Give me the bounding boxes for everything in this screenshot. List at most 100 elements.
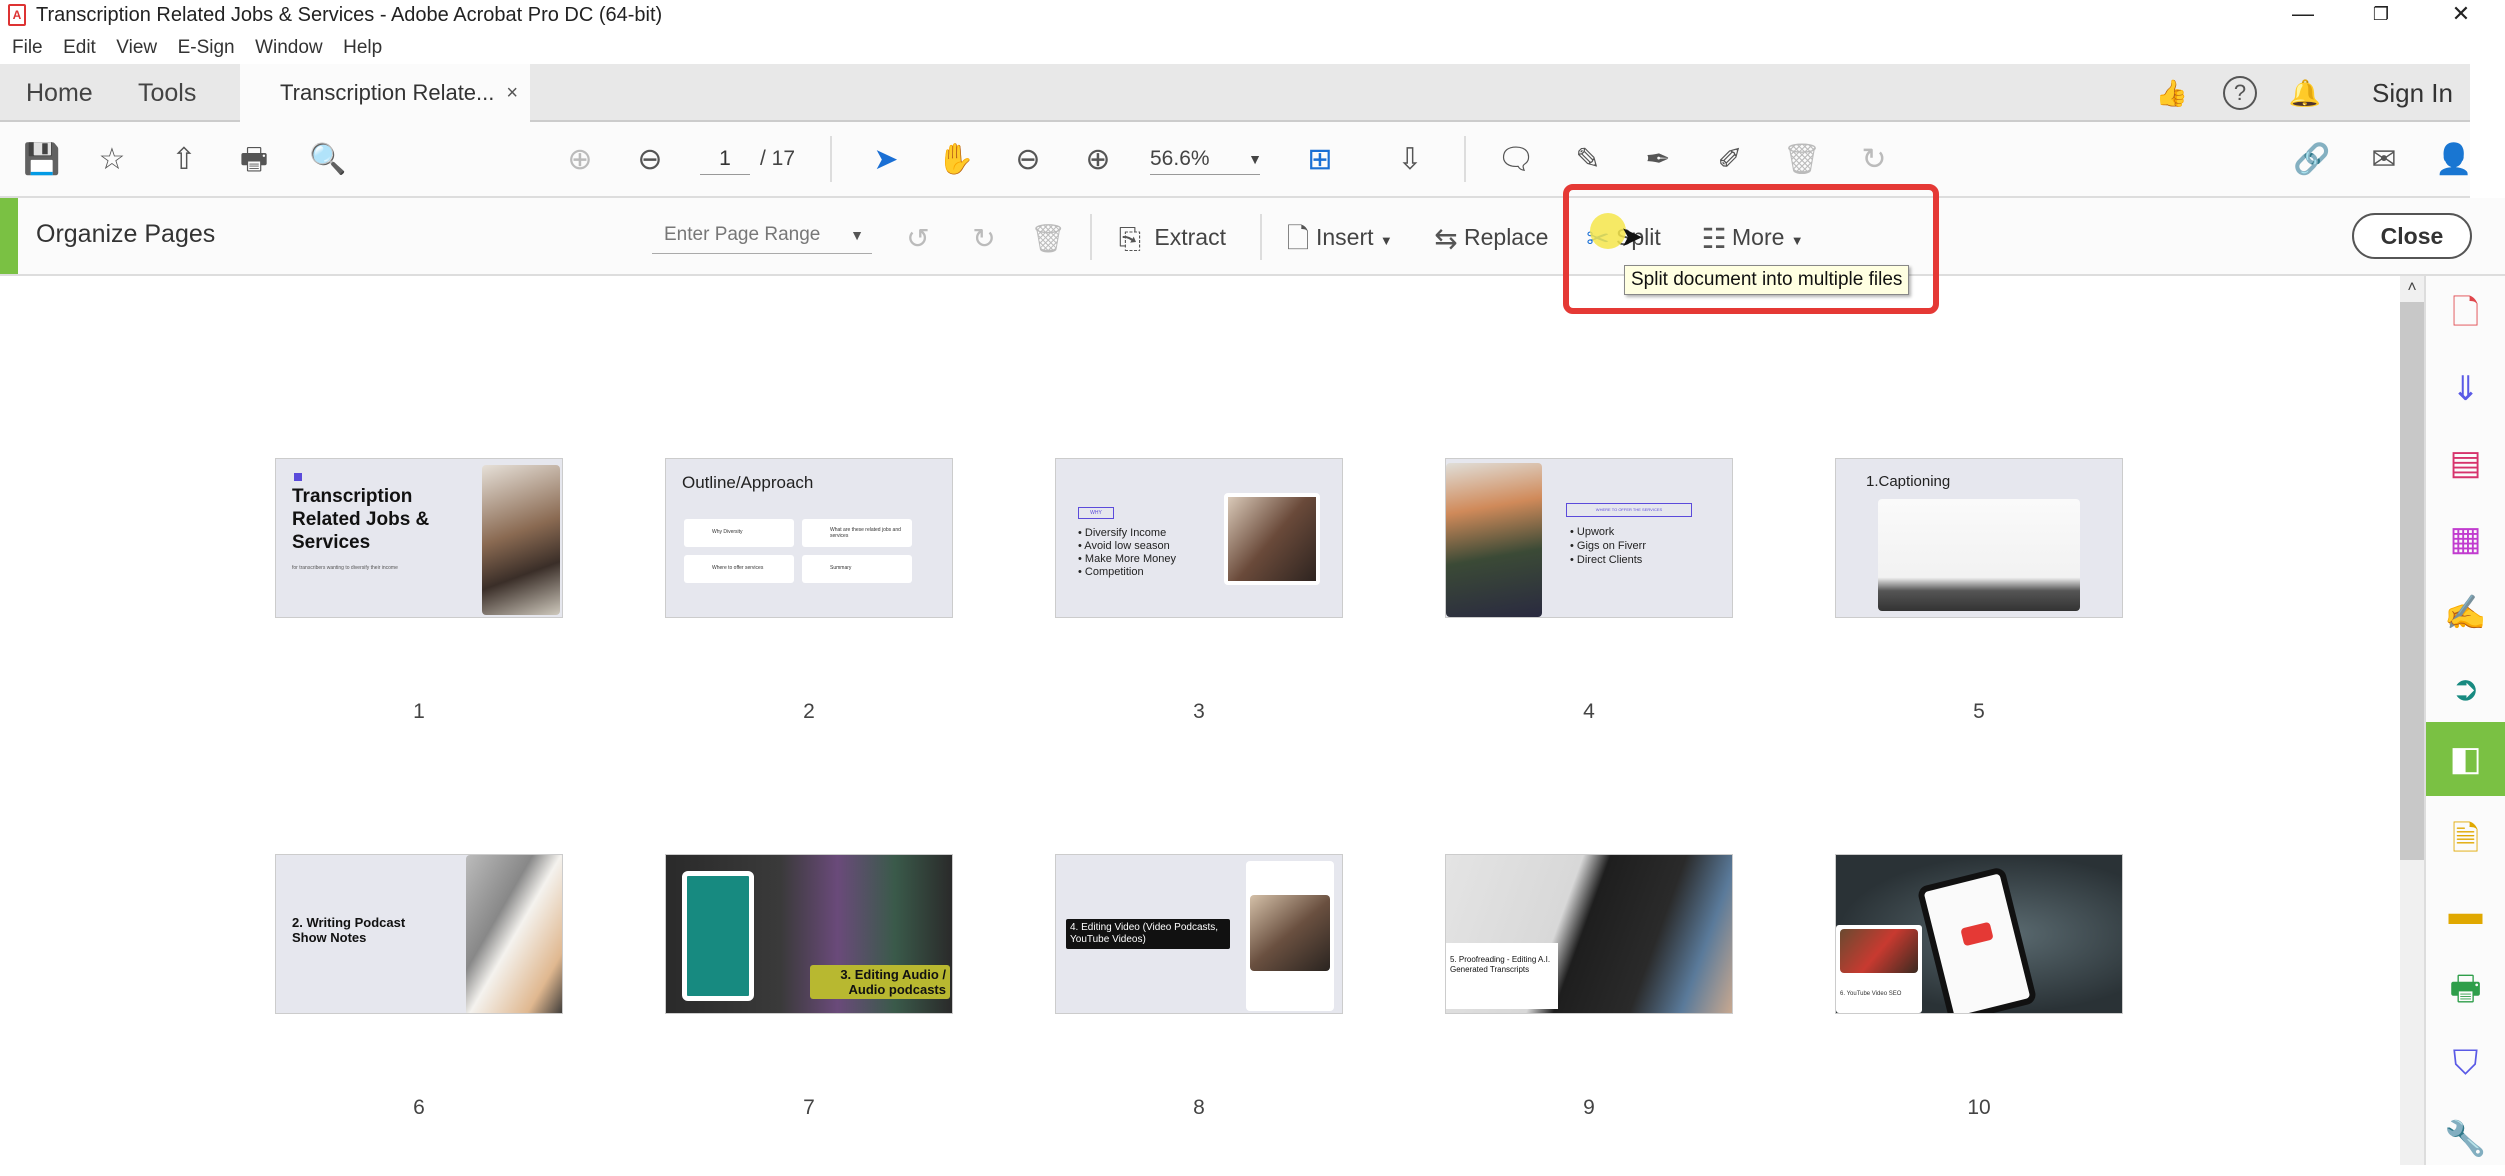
notification-bell-icon[interactable]: 🔔 xyxy=(2288,76,2322,110)
rotate-ccw-button[interactable]: ↺ xyxy=(900,216,936,258)
zoom-level-value: 56.6% xyxy=(1150,147,1210,170)
export-pdf-icon[interactable]: ⇓ xyxy=(2426,352,2505,426)
help-icon[interactable]: ? xyxy=(2223,76,2257,110)
slide-photo xyxy=(1446,463,1542,617)
zoom-in-icon[interactable]: ⊕ xyxy=(1078,140,1118,180)
replace-button[interactable]: ⇆ Replace xyxy=(1428,216,1548,258)
organize-pages-title: Organize Pages xyxy=(36,220,216,248)
window-title: Transcription Related Jobs & Services - … xyxy=(36,4,663,26)
page-thumbnail-3[interactable]: WHY • Diversify Income • Avoid low seaso… xyxy=(1055,458,1343,618)
menu-window[interactable]: Window xyxy=(255,32,323,64)
slide-screenshot xyxy=(1878,499,2080,611)
save-icon[interactable]: 💾 xyxy=(22,140,62,180)
insert-button[interactable]: 🗋 Insert ▼ xyxy=(1280,216,1393,258)
mouse-cursor-icon: ➤ xyxy=(1620,221,1644,252)
scroll-mode-icon[interactable]: ⇩ xyxy=(1390,140,1430,180)
pdf-icon: A xyxy=(8,4,26,26)
upload-cloud-icon[interactable]: ⇧ xyxy=(164,140,204,180)
close-tab-icon[interactable]: × xyxy=(506,64,518,122)
slide-title: Transcription Related Jobs & Services xyxy=(292,486,430,553)
comment-icon[interactable]: 🗨 xyxy=(1496,140,1536,180)
bookmark-star-icon[interactable]: ☆ xyxy=(92,140,132,180)
organize-pages-active-icon[interactable]: ◧ xyxy=(2426,722,2505,796)
scroll-up-icon[interactable]: ˄ xyxy=(2400,276,2424,300)
menu-view[interactable]: View xyxy=(116,32,157,64)
page-thumbnail-5[interactable]: 1.Captioning xyxy=(1835,458,2123,618)
comment-icon[interactable]: ▬ xyxy=(2426,876,2505,950)
page-up-icon[interactable]: ⊕ xyxy=(560,140,600,180)
highlight-icon[interactable]: ✎ xyxy=(1568,140,1608,180)
menu-edit[interactable]: Edit xyxy=(63,32,96,64)
delete-icon[interactable]: 🗑 xyxy=(1782,140,1822,180)
page-thumbnail-8[interactable]: 4. Editing Video (Video Podcasts, YouTub… xyxy=(1055,854,1343,1014)
slide-photo xyxy=(682,871,754,1001)
print-production-icon[interactable]: 🖶 xyxy=(2426,952,2505,1026)
minimize-button[interactable]: — xyxy=(2278,0,2328,30)
create-pdf-icon[interactable]: 🗋 xyxy=(2426,276,2505,350)
chevron-down-icon: ▼ xyxy=(1248,151,1262,167)
divider xyxy=(1260,214,1262,260)
close-window-button[interactable]: ✕ xyxy=(2436,0,2486,30)
page-thumbnail-7[interactable]: 3. Editing Audio / Audio podcasts xyxy=(665,854,953,1014)
insert-label: Insert xyxy=(1316,224,1374,250)
rotate-cw-button[interactable]: ↻ xyxy=(966,216,1002,258)
divider xyxy=(1090,214,1092,260)
vertical-scrollbar[interactable]: ˄ xyxy=(2400,276,2424,1165)
sign-in-link[interactable]: Sign In xyxy=(2372,64,2453,122)
tool-accent-stripe xyxy=(0,198,18,274)
chevron-down-icon: ▼ xyxy=(850,227,864,243)
page-number-input[interactable]: 1 xyxy=(700,144,750,175)
scrollbar-thumb[interactable] xyxy=(2400,302,2424,860)
edit-pdf-icon[interactable]: ▦ xyxy=(2426,502,2505,576)
print-icon[interactable]: 🖶 xyxy=(234,140,274,180)
comment-file-icon[interactable]: 🗎 xyxy=(2426,802,2505,876)
page-thumbnail-9[interactable]: 5. Proofreading - Editing A.I. Generated… xyxy=(1445,854,1733,1014)
menu-bar: File Edit View E-Sign Window Help xyxy=(0,32,2505,64)
extract-icon: ⎘ xyxy=(1118,222,1142,254)
page-thumbnail-10[interactable]: 6. YouTube Video SEO xyxy=(1835,854,2123,1014)
page-thumbnail-1[interactable]: Transcription Related Jobs & Services fo… xyxy=(275,458,563,618)
page-thumbnail-6[interactable]: 2. Writing Podcast Show Notes xyxy=(275,854,563,1014)
page-number-label: 4 xyxy=(1583,700,1595,723)
tab-document[interactable]: Transcription Relate... × xyxy=(240,64,530,122)
slide-card: 6. YouTube Video SEO xyxy=(1836,925,1922,1013)
page-range-select[interactable]: Enter Page Range ▼ xyxy=(652,218,872,254)
restore-button[interactable]: ❐ xyxy=(2356,0,2406,30)
search-zoom-icon[interactable]: 🔍 xyxy=(308,140,348,180)
protect-shield-icon[interactable]: ⛉ xyxy=(2426,1026,2505,1100)
share-link-icon[interactable]: 🔗 xyxy=(2292,140,2332,180)
close-tool-button[interactable]: Close xyxy=(2352,213,2472,259)
feedback-thumbs-icon[interactable]: 👍 xyxy=(2155,76,2189,110)
zoom-level-select[interactable]: 56.6% ▼ xyxy=(1150,144,1262,175)
logo-icon xyxy=(294,473,302,481)
page-thumbnail-4[interactable]: WHERE TO OFFER THE SERVICES • Upwork • G… xyxy=(1445,458,1733,618)
slide-title: 3. Editing Audio / Audio podcasts xyxy=(810,965,950,999)
add-user-icon[interactable]: 👤 xyxy=(2434,140,2474,180)
fit-page-icon[interactable]: ⊞ xyxy=(1300,140,1340,180)
hand-icon[interactable]: ✋ xyxy=(936,140,976,180)
replace-icon: ⇆ xyxy=(1434,222,1458,254)
menu-esign[interactable]: E-Sign xyxy=(178,32,235,64)
split-tooltip: Split document into multiple files xyxy=(1624,265,1910,295)
organize-icon[interactable]: ▤ xyxy=(2426,426,2505,500)
select-pointer-icon[interactable]: ➤ xyxy=(866,140,906,180)
fill-sign-icon[interactable]: ✍ xyxy=(2426,576,2505,650)
page-thumbnail-grid: Transcription Related Jobs & Services fo… xyxy=(0,276,2402,1165)
tab-tools[interactable]: Tools xyxy=(138,64,196,122)
rotate-icon[interactable]: ↻ xyxy=(1854,140,1894,180)
page-down-icon[interactable]: ⊖ xyxy=(630,140,670,180)
delete-pages-button[interactable]: 🗑 xyxy=(1030,216,1066,258)
bullet: • Make More Money xyxy=(1078,553,1176,565)
page-thumbnail-2[interactable]: Outline/Approach Why Diversity What are … xyxy=(665,458,953,618)
tab-home[interactable]: Home xyxy=(26,64,93,122)
send-review-icon[interactable]: ➲ xyxy=(2426,652,2505,726)
menu-help[interactable]: Help xyxy=(343,32,382,64)
email-icon[interactable]: ✉ xyxy=(2364,140,2404,180)
slide-photo xyxy=(1840,929,1918,973)
page-number-label: 8 xyxy=(1193,1096,1205,1119)
extract-button[interactable]: ⎘ Extract xyxy=(1112,216,1226,258)
menu-file[interactable]: File xyxy=(12,32,43,64)
zoom-out-icon[interactable]: ⊖ xyxy=(1008,140,1048,180)
draw-icon[interactable]: ✒ xyxy=(1638,140,1678,180)
stamp-edit-icon[interactable]: ✐ xyxy=(1710,140,1750,180)
